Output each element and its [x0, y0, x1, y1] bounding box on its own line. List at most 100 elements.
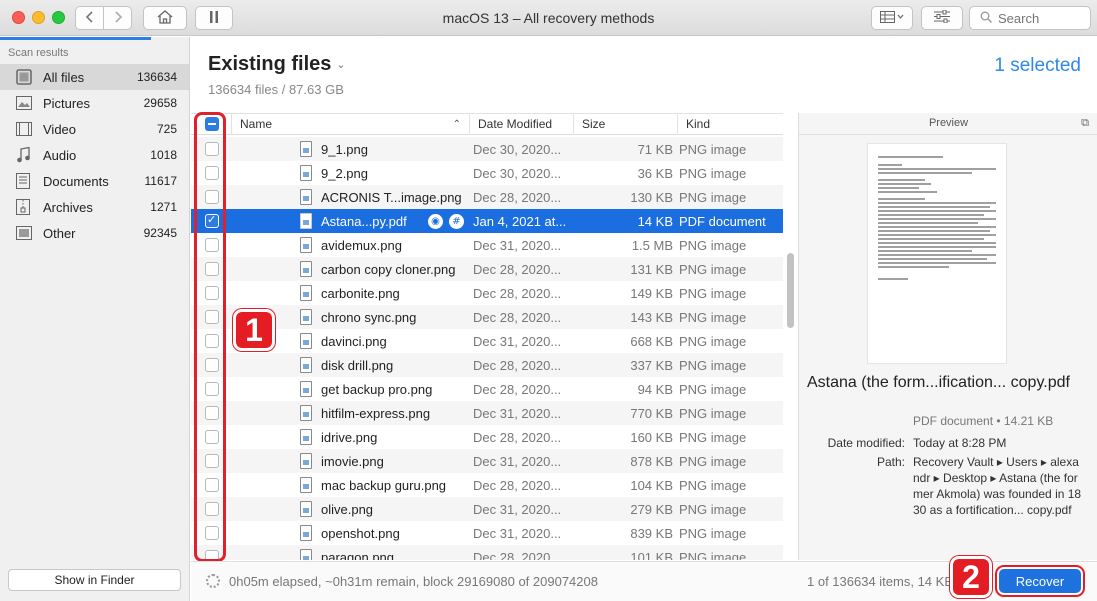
row-checkbox[interactable] [205, 213, 219, 228]
minimize-window-button[interactable] [32, 11, 45, 24]
file-date: Dec 28, 2020... [473, 381, 562, 397]
file-date: Dec 31, 2020... [473, 453, 562, 469]
file-date: Dec 28, 2020... [473, 357, 562, 373]
location-dropdown[interactable]: Existing files ⌄ [208, 53, 346, 76]
row-checkbox[interactable] [205, 502, 219, 516]
document-thumbnail[interactable] [867, 143, 1007, 364]
column-header-kind[interactable]: Kind [677, 114, 783, 135]
row-checkbox[interactable] [205, 526, 219, 540]
table-row[interactable]: olive.png Dec 31, 2020... 279 KB PNG image [191, 497, 783, 521]
table-row[interactable]: 9_2.png Dec 30, 2020... 36 KB PNG image [191, 161, 783, 185]
audio-icon [16, 147, 36, 163]
file-date: Dec 28, 2020... [473, 189, 562, 205]
row-checkbox[interactable] [205, 238, 219, 252]
home-button[interactable] [143, 6, 187, 30]
table-row[interactable]: 9_1.png Dec 30, 2020... 71 KB PNG image [191, 137, 783, 161]
column-header-name[interactable]: Name ⌃ [231, 114, 469, 135]
hash-icon[interactable]: # [449, 213, 464, 229]
preview-file-name: Astana (the form...ification... copy.pdf [807, 374, 1070, 391]
file-kind: PNG image [679, 381, 747, 397]
file-size: 839 KB [630, 525, 673, 541]
pause-scan-button[interactable] [195, 6, 233, 30]
table-row[interactable]: idrive.png Dec 28, 2020... 160 KB PNG image [191, 425, 783, 449]
sidebar-item-video[interactable]: Video 725 [0, 116, 189, 142]
file-icon [300, 477, 312, 493]
file-size: 160 KB [630, 429, 673, 445]
row-checkbox[interactable] [205, 286, 219, 300]
file-kind: PNG image [679, 261, 747, 277]
row-checkbox[interactable] [205, 382, 219, 396]
row-checkbox[interactable] [205, 262, 219, 276]
row-checkbox[interactable] [205, 166, 219, 180]
file-list-scrollbar[interactable] [787, 253, 794, 328]
file-kind: PNG image [679, 165, 747, 181]
row-checkbox[interactable] [205, 478, 219, 492]
sidebar-item-count: 11617 [144, 174, 177, 188]
recover-button[interactable]: Recover [995, 565, 1085, 597]
table-row-selected[interactable]: Astana...py.pdf ◉# Jan 4, 2021 at...14 K… [191, 209, 783, 233]
close-window-button[interactable] [12, 11, 25, 24]
sidebar-item-pictures[interactable]: Pictures 29658 [0, 90, 189, 116]
row-checkbox[interactable] [205, 334, 219, 348]
sidebar-item-count: 92345 [143, 226, 177, 240]
row-checkbox[interactable] [205, 454, 219, 468]
path-value: Recovery Vault ▸ Users ▸ alexandr ▸ Desk… [913, 455, 1082, 517]
row-checkbox[interactable] [205, 550, 219, 560]
table-row[interactable]: paragon.png Dec 28, 2020... 101 KB PNG imag… [191, 545, 783, 560]
sidebar-item-audio[interactable]: Audio 1018 [0, 142, 189, 168]
search-input[interactable] [998, 10, 1082, 26]
select-all-checkbox[interactable] [205, 117, 219, 131]
title-bar: macOS 13 – All recovery methods [0, 0, 1097, 36]
search-field[interactable] [969, 6, 1091, 30]
show-in-finder-button[interactable]: Show in Finder [8, 569, 181, 591]
sidebar-item-label: All files [43, 69, 85, 85]
sidebar-item-documents[interactable]: Documents 11617 [0, 168, 189, 194]
sidebar-item-all-files[interactable]: All files 136634 [0, 64, 189, 90]
table-row[interactable]: carbon copy cloner.png Dec 28, 2020... 131… [191, 257, 783, 281]
eye-icon[interactable]: ◉ [428, 213, 443, 229]
row-checkbox[interactable] [205, 406, 219, 420]
file-kind: PNG image [679, 357, 747, 373]
table-row[interactable]: openshot.png Dec 31, 2020... 839 KB PNG ima… [191, 521, 783, 545]
view-options-button[interactable] [871, 6, 913, 30]
forward-button[interactable] [103, 6, 132, 30]
file-name: olive.png [321, 501, 374, 517]
table-row[interactable]: davinci.png Dec 31, 2020... 668 KB PNG imag… [191, 329, 783, 353]
row-checkbox[interactable] [205, 190, 219, 204]
table-row[interactable]: imovie.png Dec 31, 2020... 878 KB PNG image [191, 449, 783, 473]
zoom-window-button[interactable] [52, 11, 65, 24]
table-row[interactable]: chrono sync.png Dec 28, 2020... 143 KB PNG … [191, 305, 783, 329]
table-row[interactable]: get backup pro.png Dec 28, 2020... 94 KB PN… [191, 377, 783, 401]
file-size: 878 KB [630, 453, 673, 469]
sidebar-item-label: Documents [43, 173, 109, 189]
file-list: 9_1.png Dec 30, 2020... 71 KB PNG image 9_2… [191, 137, 783, 560]
row-checkbox[interactable] [205, 358, 219, 372]
back-button[interactable] [75, 6, 104, 30]
table-row[interactable]: hitfilm-express.png Dec 31, 2020... 770 KB… [191, 401, 783, 425]
table-row[interactable]: mac backup guru.png Dec 28, 2020... 104 KB… [191, 473, 783, 497]
column-header-size[interactable]: Size [573, 114, 677, 135]
column-header-date[interactable]: Date Modified [469, 114, 573, 135]
file-date: Dec 28, 2020... [473, 429, 562, 445]
sidebar-item-other[interactable]: Other 92345 [0, 220, 189, 246]
sidebar-item-archives[interactable]: Archives 1271 [0, 194, 189, 220]
file-icon [300, 501, 312, 517]
file-kind: PNG image [679, 429, 747, 445]
search-icon [980, 11, 992, 26]
selected-count[interactable]: 1 selected [994, 55, 1081, 77]
file-size: 149 KB [630, 285, 673, 301]
table-row[interactable]: disk drill.png Dec 28, 2020... 337 KB PNG i… [191, 353, 783, 377]
open-preview-icon[interactable]: ⧉ [1081, 117, 1089, 130]
row-checkbox[interactable] [205, 142, 219, 156]
row-checkbox[interactable] [205, 310, 219, 324]
files-icon [16, 69, 36, 85]
filter-settings-button[interactable] [921, 6, 963, 30]
table-row[interactable]: ACRONIS T...image.png Dec 28, 2020... 130 … [191, 185, 783, 209]
table-row[interactable]: carbonite.png Dec 28, 2020... 149 KB PNG im… [191, 281, 783, 305]
chevron-down-icon: ⌄ [336, 59, 346, 71]
file-date: Dec 30, 2020... [473, 141, 562, 157]
row-checkbox[interactable] [205, 430, 219, 444]
table-row[interactable]: avidemux.png Dec 31, 2020... 1.5 MB PNG ima… [191, 233, 783, 257]
file-date: Dec 31, 2020... [473, 405, 562, 421]
file-kind: PNG image [679, 453, 747, 469]
